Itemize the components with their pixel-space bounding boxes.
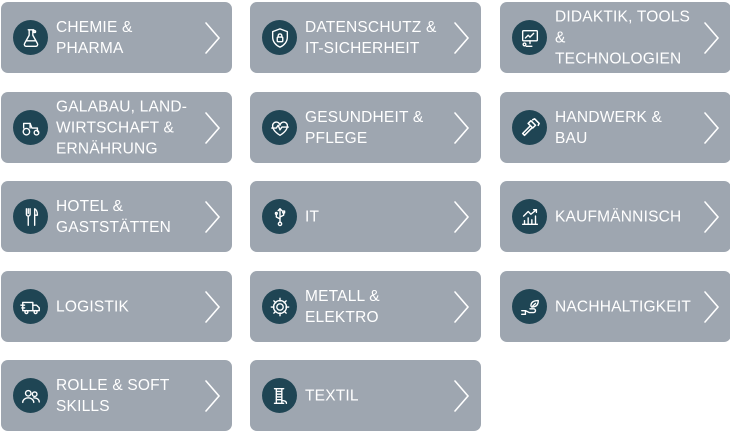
tile-handwerk-bau[interactable]: HANDWERK & BAU xyxy=(500,92,730,163)
chevron-right-icon xyxy=(703,290,721,324)
tile-label: NACHHALTIGKEIT xyxy=(555,298,692,315)
tile-datenschutz-it-sicherheit[interactable]: DATENSCHUTZ & IT-SICHERHEIT xyxy=(250,2,481,73)
tile-label: HOTEL & GASTSTÄTTEN xyxy=(56,197,172,236)
tile-it[interactable]: IT xyxy=(250,181,481,252)
cutlery-icon xyxy=(13,199,48,234)
tile-label: METALL & ELEKTRO xyxy=(305,287,380,326)
chevron-right-icon xyxy=(204,290,222,324)
chevron-right-icon xyxy=(703,21,721,55)
heartbeat-icon xyxy=(262,110,297,145)
chevron-right-icon xyxy=(453,111,471,145)
tile-label: ROLLE & SOFT SKILLS xyxy=(56,376,170,415)
gear-icon xyxy=(262,289,297,324)
tile-didaktik-tools-technologien[interactable]: DIDAKTIK, TOOLS & TECHNOLOGIEN xyxy=(500,2,730,73)
tile-label: HANDWERK & BAU xyxy=(555,108,663,147)
tile-label: LOGISTIK xyxy=(56,298,130,315)
tile-label: DATENSCHUTZ & IT-SICHERHEIT xyxy=(305,18,437,57)
people-icon xyxy=(13,378,48,413)
chevron-right-icon xyxy=(453,290,471,324)
chevron-right-icon xyxy=(453,21,471,55)
chevron-right-icon xyxy=(703,111,721,145)
truck-icon xyxy=(13,289,48,324)
tile-rolle-soft-skills[interactable]: ROLLE & SOFT SKILLS xyxy=(1,360,232,431)
usb-icon xyxy=(262,199,297,234)
presentation-icon xyxy=(512,20,547,55)
growth-chart-icon xyxy=(512,199,547,234)
tile-galabau-landwirtschaft-ernaehrung[interactable]: GALABAU, LAND- WIRTSCHAFT & ERNÄHRUNG xyxy=(1,92,232,163)
tile-logistik[interactable]: LOGISTIK xyxy=(1,271,232,342)
tile-hotel-gaststaetten[interactable]: HOTEL & GASTSTÄTTEN xyxy=(1,181,232,252)
tile-label: CHEMIE & PHARMA xyxy=(56,18,133,57)
tile-label: TEXTIL xyxy=(305,387,359,404)
flask-icon xyxy=(13,20,48,55)
tile-label: DIDAKTIK, TOOLS & TECHNOLOGIEN xyxy=(555,8,691,67)
tile-textil[interactable]: TEXTIL xyxy=(250,360,481,431)
category-grid: CHEMIE & PHARMA DATENSCHUTZ & IT-SICHERH… xyxy=(0,0,730,431)
tile-gesundheit-pflege[interactable]: GESUNDHEIT & PFLEGE xyxy=(250,92,481,163)
chevron-right-icon xyxy=(453,379,471,413)
tile-label: KAUFMÄNNISCH xyxy=(555,208,682,225)
chevron-right-icon xyxy=(453,200,471,234)
chevron-right-icon xyxy=(204,200,222,234)
shield-lock-icon xyxy=(262,20,297,55)
tractor-icon xyxy=(13,110,48,145)
tile-chemie-pharma[interactable]: CHEMIE & PHARMA xyxy=(1,2,232,73)
thread-spool-icon xyxy=(262,378,297,413)
chevron-right-icon xyxy=(204,111,222,145)
tile-metall-elektro[interactable]: METALL & ELEKTRO xyxy=(250,271,481,342)
tile-label: GALABAU, LAND- WIRTSCHAFT & ERNÄHRUNG xyxy=(56,98,188,157)
chevron-right-icon xyxy=(703,200,721,234)
tile-label: GESUNDHEIT & PFLEGE xyxy=(305,108,424,147)
chevron-right-icon xyxy=(204,21,222,55)
hand-leaf-icon xyxy=(512,289,547,324)
tile-kaufmaennisch[interactable]: KAUFMÄNNISCH xyxy=(500,181,730,252)
tile-nachhaltigkeit[interactable]: NACHHALTIGKEIT xyxy=(500,271,730,342)
chevron-right-icon xyxy=(204,379,222,413)
hammer-icon xyxy=(512,110,547,145)
tile-label: IT xyxy=(305,208,320,225)
